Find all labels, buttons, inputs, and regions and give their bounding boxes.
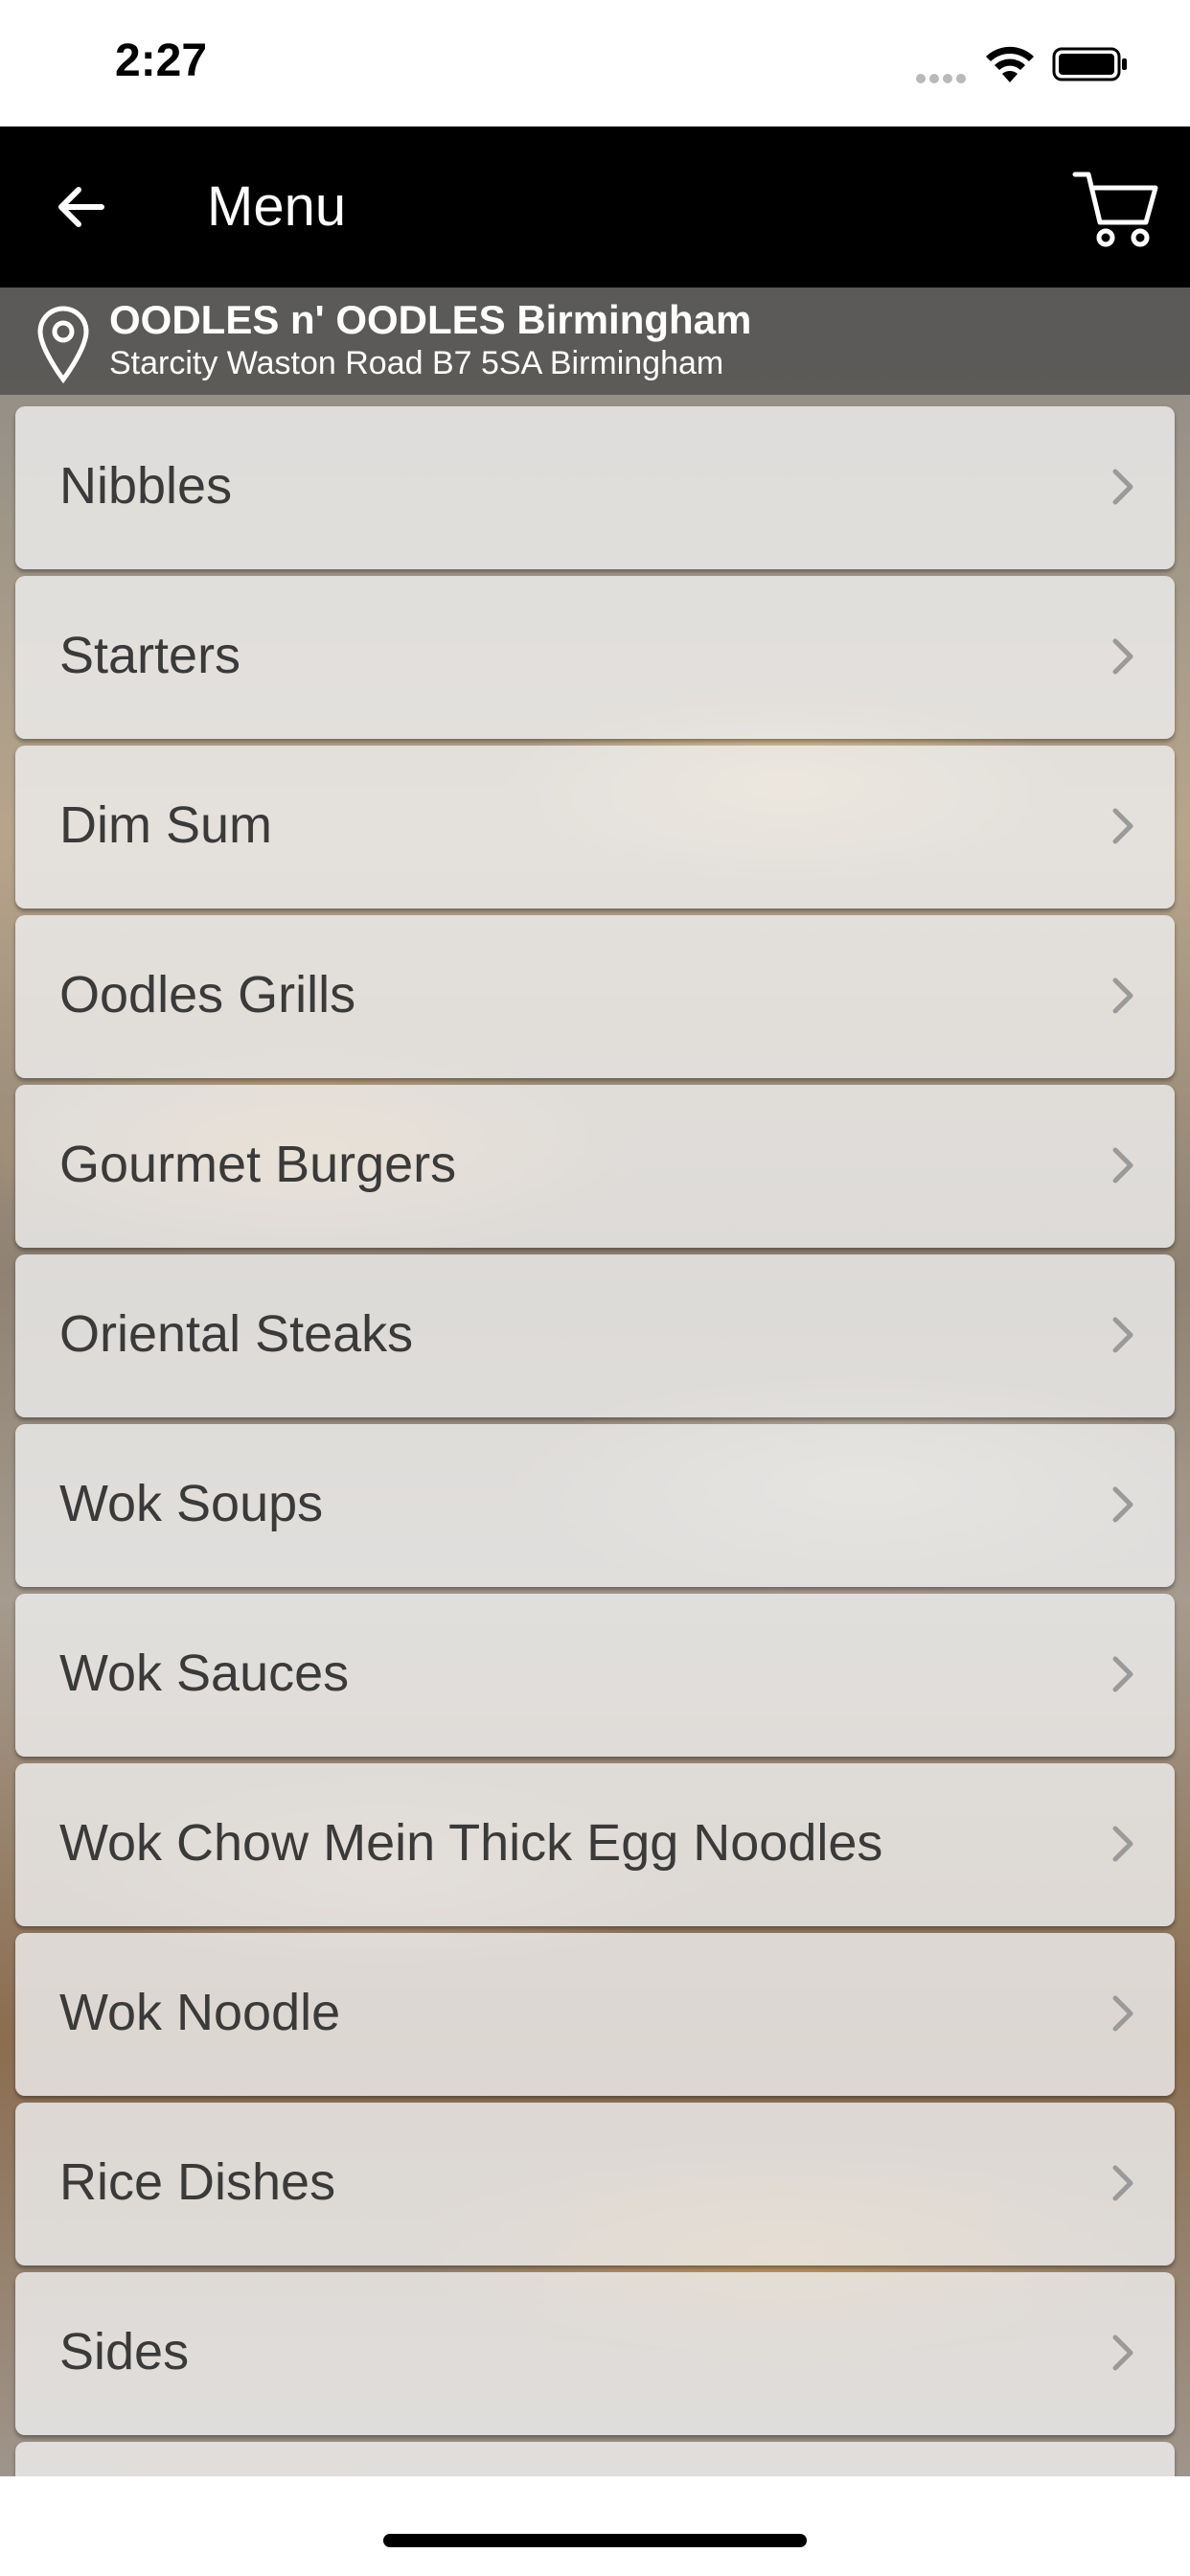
- menu-item-label: Nibbles: [59, 457, 233, 515]
- menu-item-gourmet-burgers[interactable]: Gourmet Burgers: [15, 1085, 1175, 1248]
- arrow-left-icon: [58, 187, 104, 227]
- menu-item-wok-soups[interactable]: Wok Soups: [15, 1424, 1175, 1587]
- chevron-right-icon: [1112, 808, 1133, 844]
- menu-item-wok-sauces[interactable]: Wok Sauces: [15, 1594, 1175, 1757]
- menu-item-label: Sides: [59, 2323, 190, 2380]
- restaurant-address: Starcity Waston Road B7 5SA Birmingham: [109, 345, 724, 381]
- menu-item-label: Wok Soups: [59, 1475, 324, 1532]
- menu-item-sides[interactable]: Sides: [15, 2272, 1175, 2435]
- chevron-right-icon: [1112, 978, 1133, 1014]
- menu-item-label: Wok Noodle: [59, 1984, 341, 2041]
- bottom-safe-area: [0, 2476, 1190, 2576]
- status-time: 2:27: [115, 35, 208, 86]
- menu-item-label: Wok Sauces: [59, 1644, 350, 1702]
- cart-button[interactable]: [1069, 165, 1161, 251]
- menu-item-oriental-steaks[interactable]: Oriental Steaks: [15, 1254, 1175, 1417]
- chevron-right-icon: [1112, 469, 1133, 505]
- menu-item-rice-dishes[interactable]: Rice Dishes: [15, 2103, 1175, 2266]
- menu-item-starters[interactable]: Starters: [15, 576, 1175, 739]
- menu-item-nibbles[interactable]: Nibbles: [15, 406, 1175, 569]
- page-title: Menu: [207, 175, 347, 238]
- cellular-signal-icon: [916, 71, 970, 83]
- wifi-icon: [986, 46, 1034, 82]
- app-header: Menu: [0, 126, 1190, 288]
- home-indicator[interactable]: [383, 2534, 807, 2547]
- location-pin-icon: [37, 306, 89, 383]
- menu-item-label: Wok Chow Mein Thick Egg Noodles: [59, 1814, 883, 1872]
- back-button[interactable]: [42, 165, 119, 249]
- menu-item-label: Oriental Steaks: [59, 1305, 414, 1363]
- menu-item-label: Oodles Grills: [59, 966, 356, 1024]
- menu-item-dim-sum[interactable]: Dim Sum: [15, 746, 1175, 908]
- battery-icon: [1052, 47, 1127, 81]
- status-bar: 2:27: [0, 0, 1190, 126]
- chevron-right-icon: [1112, 1486, 1133, 1523]
- location-bar: OODLES n' OODLES Birmingham Starcity Was…: [0, 288, 1190, 395]
- menu-item-label: Starters: [59, 627, 241, 684]
- chevron-right-icon: [1112, 1826, 1133, 1862]
- menu-item-label: Rice Dishes: [59, 2153, 336, 2211]
- menu-item-label: Dim Sum: [59, 796, 273, 854]
- chevron-right-icon: [1112, 1147, 1133, 1184]
- chevron-right-icon: [1112, 2334, 1133, 2371]
- restaurant-name: OODLES n' OODLES Birmingham: [109, 297, 752, 342]
- menu-item-label: Gourmet Burgers: [59, 1136, 457, 1193]
- chevron-right-icon: [1112, 1317, 1133, 1353]
- chevron-right-icon: [1112, 1656, 1133, 1692]
- chevron-right-icon: [1112, 1995, 1133, 2032]
- menu-item-oodles-grills[interactable]: Oodles Grills: [15, 915, 1175, 1078]
- menu-item-wok-chow-mein[interactable]: Wok Chow Mein Thick Egg Noodles: [15, 1763, 1175, 1926]
- menu-item-wok-noodle[interactable]: Wok Noodle: [15, 1933, 1175, 2096]
- chevron-right-icon: [1112, 2165, 1133, 2201]
- chevron-right-icon: [1112, 638, 1133, 675]
- shopping-cart-icon: [1072, 172, 1158, 247]
